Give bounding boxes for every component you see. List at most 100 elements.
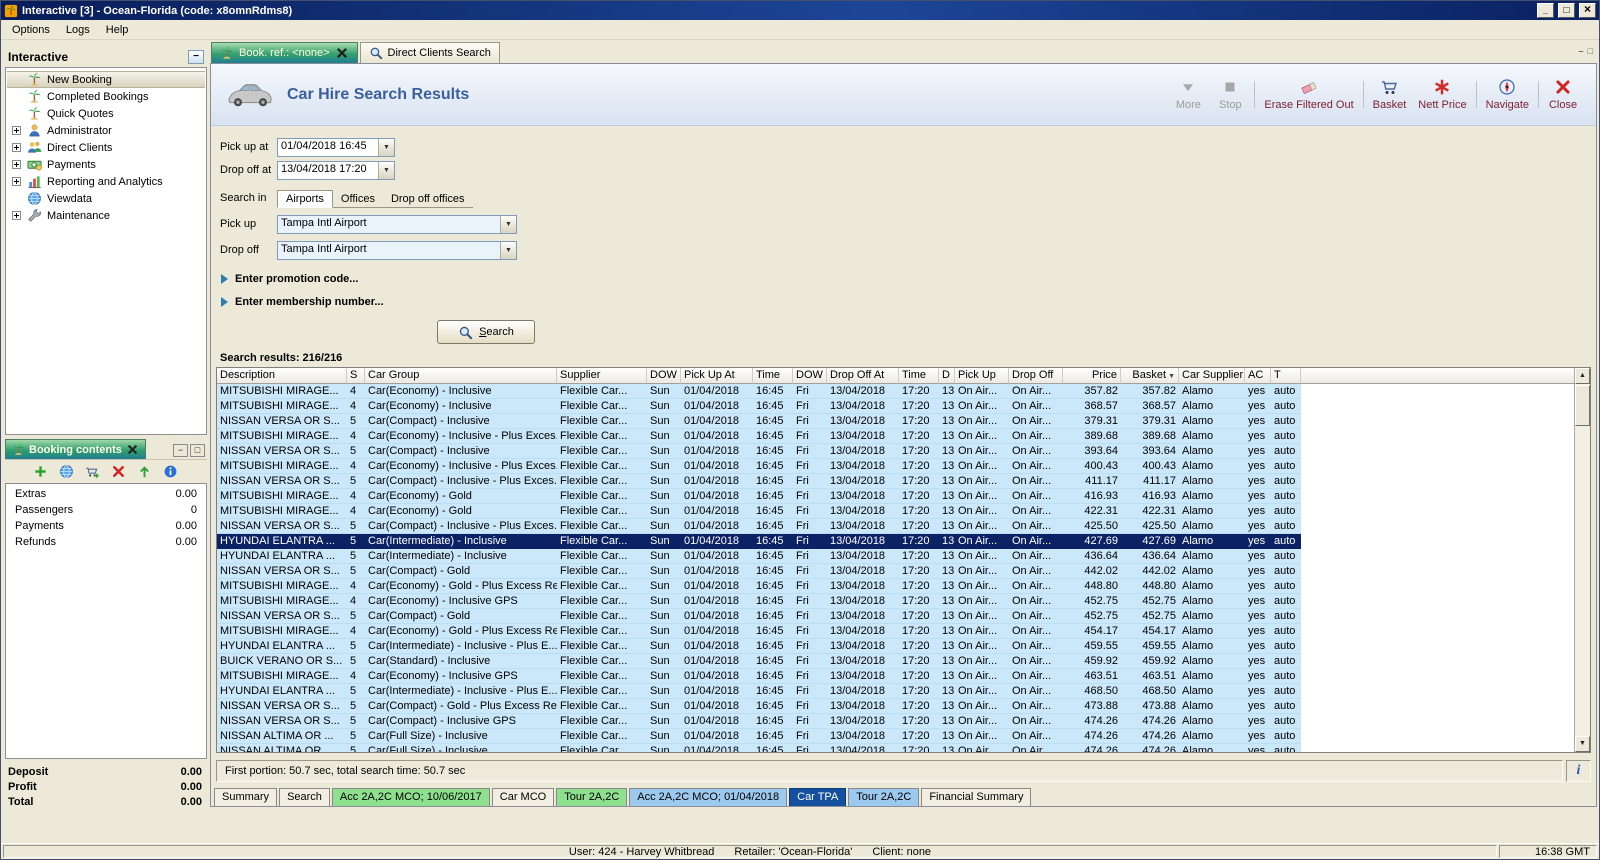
vertical-scrollbar[interactable] [1574,368,1590,752]
column-header-drop-off[interactable]: Drop Off [1009,368,1063,384]
dropoff-at-input[interactable]: 13/04/2018 17:20 [277,160,395,180]
column-header-time[interactable]: Time [899,368,939,384]
column-header-pick-up[interactable]: Pick Up [955,368,1009,384]
menu-options[interactable]: Options [4,22,58,38]
bottom-tab-tour-2a-2c[interactable]: Tour 2A,2C [556,788,628,806]
table-row[interactable]: BUICK VERANO OR S... 5 Car(Standard) - Inc… [217,654,1301,669]
scroll-up-icon[interactable] [1575,368,1590,384]
table-row[interactable]: NISSAN ALTIMA OR ... 5 Car(Full Size) - In… [217,744,1301,752]
add-item-button[interactable] [33,464,49,480]
close-window-button[interactable] [1579,3,1596,18]
bottom-tab-financial-summary[interactable]: Financial Summary [921,788,1032,806]
table-row[interactable]: MITSUBISHI MIRAGE... 4 Car(Economy) - Incl… [217,594,1301,609]
sidebar-item-reporting-and-analytics[interactable]: Reporting and Analytics [7,173,205,190]
table-row[interactable]: NISSAN VERSA OR S... 5 Car(Compact) - Incl… [217,714,1301,729]
column-header-price[interactable]: Price [1063,368,1121,384]
booking-contents-tab[interactable]: Booking contents [5,439,146,459]
bottom-tab-acc-2a-2c-mco-10-06-2017[interactable]: Acc 2A,2C MCO; 10/06/2017 [331,788,490,806]
upload-button[interactable] [137,464,153,480]
table-row[interactable]: HYUNDAI ELANTRA ... 5 Car(Intermediate) - … [217,684,1301,699]
column-header-drop-off-at[interactable]: Drop Off At [827,368,899,384]
table-row[interactable]: NISSAN VERSA OR S... 5 Car(Compact) - Incl… [217,519,1301,534]
column-header-ac[interactable]: AC [1245,368,1271,384]
column-header-description[interactable]: Description [217,368,347,384]
booking-row-payments[interactable]: Payments 0.00 [6,518,206,534]
column-header-supplier[interactable]: Supplier [557,368,647,384]
expand-icon[interactable] [12,177,25,186]
table-row[interactable]: MITSUBISHI MIRAGE... 4 Car(Economy) - Gold… [217,504,1301,519]
table-row[interactable]: NISSAN ALTIMA OR ... 5 Car(Full Size) - In… [217,729,1301,744]
bottom-tab-tour-2a-2c[interactable]: Tour 2A,2C [848,788,920,806]
close-button[interactable]: Close [1542,75,1584,114]
table-row[interactable]: MITSUBISHI MIRAGE... 4 Car(Economy) - Gold… [217,489,1301,504]
search-in-tab-offices[interactable]: Offices [333,191,383,207]
sidebar-item-viewdata[interactable]: Viewdata [7,190,205,207]
column-header-t[interactable]: T [1271,368,1301,384]
table-row[interactable]: MITSUBISHI MIRAGE... 4 Car(Economy) - Incl… [217,384,1301,399]
table-row[interactable]: NISSAN VERSA OR S... 5 Car(Compact) - Incl… [217,414,1301,429]
nett-price-button[interactable]: Nett Price [1412,75,1472,114]
table-row[interactable]: MITSUBISHI MIRAGE... 4 Car(Economy) - Incl… [217,399,1301,414]
pickup-at-dropdown-icon[interactable] [378,138,394,156]
column-header-pick-up-at[interactable]: Pick Up At [681,368,753,384]
table-row[interactable]: NISSAN VERSA OR S... 5 Car(Compact) - Incl… [217,444,1301,459]
bottom-tab-summary[interactable]: Summary [214,788,278,806]
expand-icon[interactable] [12,143,25,152]
membership-number-toggle[interactable]: Enter membership number... [221,293,1596,311]
pickup-location-dropdown-icon[interactable] [500,215,516,233]
search-in-tab-drop-off-offices[interactable]: Drop off offices [383,191,473,207]
document-tab-direct-clients-search[interactable]: Direct Clients Search [359,42,500,63]
bottom-tab-car-mco[interactable]: Car MCO [491,788,555,806]
table-row[interactable]: HYUNDAI ELANTRA ... 5 Car(Intermediate) - … [217,639,1301,654]
add-to-basket-button[interactable] [85,464,101,480]
dropoff-at-dropdown-icon[interactable] [378,161,394,179]
erase-filtered-out-button[interactable]: Erase Filtered Out [1258,75,1359,114]
table-row[interactable]: MITSUBISHI MIRAGE... 4 Car(Economy) - Incl… [217,669,1301,684]
pickup-at-input[interactable]: 01/04/2018 16:45 [277,137,395,157]
dropoff-location-select[interactable]: Tampa Intl Airport [277,240,517,260]
menu-help[interactable]: Help [98,22,137,38]
table-row[interactable]: MITSUBISHI MIRAGE... 4 Car(Economy) - Gold… [217,579,1301,594]
column-header-s[interactable]: S [347,368,365,384]
dropoff-location-dropdown-icon[interactable] [500,241,516,259]
document-tab-book-ref-none[interactable]: Book. ref.: <none> [211,42,358,63]
column-header-car-group[interactable]: Car Group [365,368,557,384]
sidebar-item-payments[interactable]: Payments [7,156,205,173]
close-booking-tab-icon[interactable] [126,443,139,456]
minimize-booking-panel-button[interactable] [173,444,188,457]
table-row[interactable]: HYUNDAI ELANTRA ... 5 Car(Intermediate) - … [217,534,1301,549]
scroll-thumb[interactable] [1575,385,1590,426]
bottom-tab-acc-2a-2c-mco-01-04-2018[interactable]: Acc 2A,2C MCO; 01/04/2018 [629,788,788,806]
sidebar-item-completed-bookings[interactable]: Completed Bookings [7,88,205,105]
table-row[interactable]: NISSAN VERSA OR S... 5 Car(Compact) - Gold… [217,699,1301,714]
basket-button[interactable]: Basket [1367,75,1413,114]
booking-row-passengers[interactable]: Passengers 0 [6,502,206,518]
scroll-down-icon[interactable] [1575,736,1590,752]
sidebar-item-quick-quotes[interactable]: Quick Quotes [7,105,205,122]
sidebar-item-direct-clients[interactable]: Direct Clients [7,139,205,156]
restore-document-icon[interactable] [1588,46,1593,56]
close-tab-icon[interactable] [335,46,349,60]
booking-info-button[interactable] [163,464,179,480]
expand-icon[interactable] [12,160,25,169]
minimize-document-icon[interactable] [1579,46,1584,56]
info-button[interactable] [1566,760,1591,782]
menu-logs[interactable]: Logs [58,22,98,38]
expand-icon[interactable] [12,211,25,220]
sidebar-item-new-booking[interactable]: New Booking [7,71,205,88]
column-header-car-supplier[interactable]: Car Supplier [1179,368,1245,384]
maximize-button[interactable] [1558,3,1575,18]
column-header-basket[interactable]: Basket ▼ [1121,368,1179,384]
navigate-button[interactable]: Navigate [1480,75,1535,114]
column-header-dow[interactable]: DOW [647,368,681,384]
collapse-panel-button[interactable] [188,50,204,64]
delete-item-button[interactable] [111,464,127,480]
booking-row-extras[interactable]: Extras 0.00 [6,486,206,502]
table-row[interactable]: MITSUBISHI MIRAGE... 4 Car(Economy) - Incl… [217,429,1301,444]
table-row[interactable]: NISSAN VERSA OR S... 5 Car(Compact) - Incl… [217,474,1301,489]
maximize-booking-panel-button[interactable] [190,444,205,457]
column-header-dow[interactable]: DOW [793,368,827,384]
bottom-tab-search[interactable]: Search [279,788,330,806]
table-row[interactable]: NISSAN VERSA OR S... 5 Car(Compact) - Gold… [217,609,1301,624]
search-in-tab-airports[interactable]: Airports [277,190,333,208]
